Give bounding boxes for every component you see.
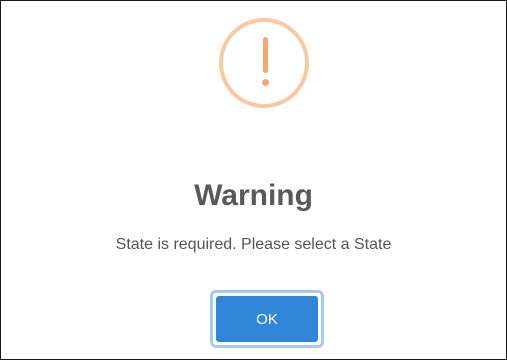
dialog-title: Warning — [194, 179, 313, 212]
exclamation-bar — [262, 37, 268, 73]
ok-button-label[interactable]: OK — [216, 296, 318, 342]
exclamation-dot — [261, 79, 269, 86]
dialog-message: State is required. Please select a State — [115, 236, 392, 253]
ok-button[interactable]: OK — [210, 290, 324, 348]
warning-exclamation-icon — [219, 18, 309, 108]
warning-dialog: Warning State is required. Please select… — [0, 0, 507, 360]
